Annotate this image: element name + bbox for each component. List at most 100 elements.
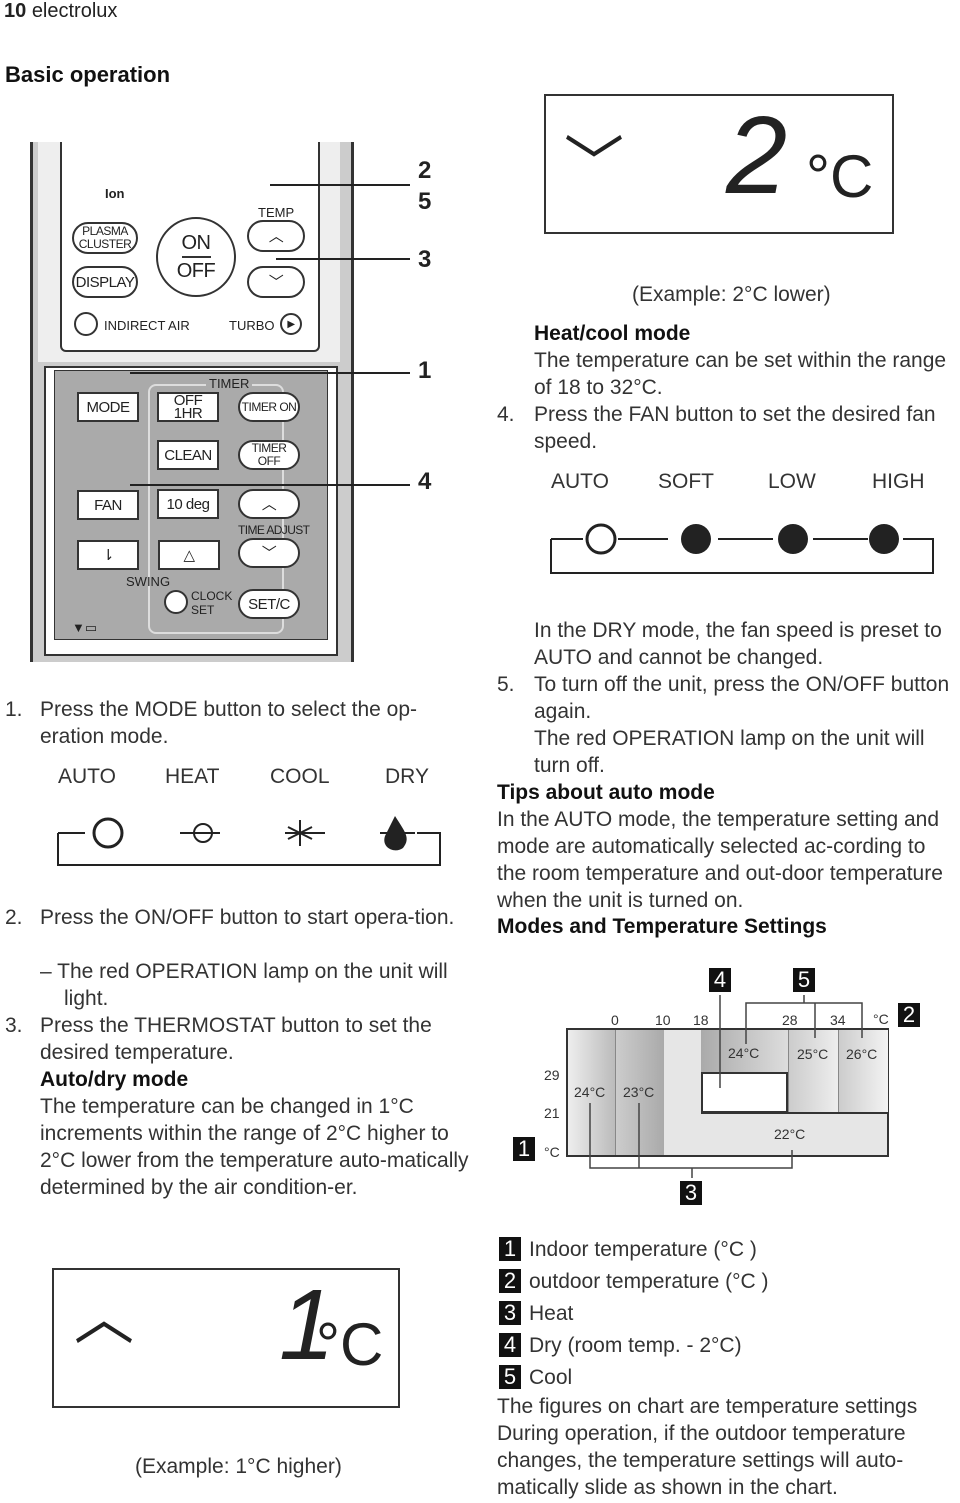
modes-title: Modes and Temperature Settings xyxy=(497,915,827,938)
swing-horizontal-icon: △ xyxy=(183,546,195,564)
fan-soft: SOFT xyxy=(658,470,714,493)
step-1-number: 1. xyxy=(5,698,23,721)
chevron-up-icon: ︿ xyxy=(268,227,284,245)
tips-title: Tips about auto mode xyxy=(497,781,715,804)
swing-vertical-button[interactable]: ⇂ xyxy=(77,540,139,570)
temp-up-button[interactable]: ︿ xyxy=(247,220,305,252)
display-unit: °C xyxy=(806,143,874,210)
example-higher-caption: (Example: 1°C higher) xyxy=(135,1455,342,1478)
swing-label: SWING xyxy=(126,574,171,589)
chevron-down-icon: ﹀ xyxy=(261,544,277,562)
auto-dry-text: The temperature can be changed in 1°C in… xyxy=(40,1095,469,1199)
footer-text: The figures on chart are temperature set… xyxy=(497,1395,918,1499)
step-5-number: 5. xyxy=(497,673,515,696)
legend-item: 2 outdoor temperature (°C ) xyxy=(499,1268,769,1300)
page-header: 10 electrolux xyxy=(4,0,117,23)
timer-on-button[interactable]: TIMER ON xyxy=(238,392,300,422)
example-lower-caption: (Example: 2°C lower) xyxy=(632,283,831,306)
heat-cool-title: Heat/cool mode xyxy=(534,322,691,345)
legend-text: outdoor temperature (°C ) xyxy=(529,1270,769,1293)
callout-line-1 xyxy=(130,372,410,374)
tips-text: In the AUTO mode, the temperature settin… xyxy=(497,808,943,912)
legend-text: Cool xyxy=(529,1366,573,1389)
marker-4: 4 xyxy=(709,968,731,992)
step-1-text: Press the MODE button to select the op-e… xyxy=(40,698,418,748)
diagram-legend: 1 Indoor temperature (°C ) 2 outdoor tempe… xyxy=(499,1236,769,1396)
marker-3: 3 xyxy=(680,1181,702,1205)
mode-heat: HEAT xyxy=(165,765,220,788)
step-2-text: Press the ON/OFF button to start opera-t… xyxy=(40,906,455,929)
section-title: Basic operation xyxy=(5,62,171,87)
battery-icon: ▼▭ xyxy=(72,620,98,635)
heat-cool-text: The temperature can be set within the ra… xyxy=(534,349,947,399)
callout-line-4 xyxy=(130,484,410,486)
ion-label: Ion xyxy=(105,186,125,201)
chevron-down-icon: ﹀ xyxy=(564,131,624,198)
step-3-number: 3. xyxy=(5,1014,23,1037)
temp-label: TEMP xyxy=(258,205,295,220)
turbo-label: TURBO xyxy=(229,318,275,333)
indirect-air-label: INDIRECT AIR xyxy=(104,318,190,333)
timer-off-button[interactable]: TIMER OFF xyxy=(238,440,300,470)
display-button[interactable]: DISPLAY xyxy=(72,266,138,298)
display-example-higher: ︿ 1 °C xyxy=(52,1268,400,1408)
turbo-button[interactable]: ▶ xyxy=(280,313,302,335)
set-c-button[interactable]: SET/C xyxy=(238,589,300,619)
step-2-subtext: – The red OPERATION lamp on the unit wil… xyxy=(40,960,448,1010)
callout-5: 5 xyxy=(418,188,432,215)
marker-2: 2 xyxy=(898,1003,920,1027)
swing-horizontal-button[interactable]: △ xyxy=(158,540,220,570)
display-unit: °C xyxy=(316,1311,384,1378)
fan-low-icon xyxy=(778,524,808,554)
callout-4: 4 xyxy=(418,468,432,495)
mode-dry: DRY xyxy=(385,765,429,788)
clean-button[interactable]: CLEAN xyxy=(157,440,219,470)
mode-button[interactable]: MODE xyxy=(77,392,139,422)
legend-text: Indoor temperature (°C ) xyxy=(529,1238,757,1261)
page-number: 10 xyxy=(4,0,27,22)
legend-text: Heat xyxy=(529,1302,574,1325)
time-up-button[interactable]: ︿ xyxy=(238,489,300,519)
legend-marker: 2 xyxy=(499,1269,521,1293)
mode-cycle-diagram xyxy=(57,816,441,866)
indirect-air-button[interactable] xyxy=(74,312,98,336)
brand: electrolux xyxy=(31,0,118,22)
auto-mode-icon xyxy=(92,817,124,849)
chevron-up-icon: ︿ xyxy=(74,1285,134,1352)
step-3-text: Press the THERMOSTAT button to set the d… xyxy=(40,1014,432,1064)
legend-marker: 4 xyxy=(499,1333,521,1357)
step-4-text: Press the FAN button to set the desired … xyxy=(534,403,936,453)
auto-dry-title: Auto/dry mode xyxy=(40,1068,189,1091)
fan-low: LOW xyxy=(768,470,816,493)
marker-5: 5 xyxy=(793,968,815,992)
legend-marker: 1 xyxy=(499,1237,521,1261)
dry-note: In the DRY mode, the fan speed is preset… xyxy=(534,619,942,669)
manual-page: 10 electrolux Basic operation Ion PLASMA… xyxy=(0,0,960,1503)
fan-button[interactable]: FAN xyxy=(77,490,139,520)
display-example-lower: ﹀ 2 °C xyxy=(544,94,894,234)
off-1hr-button[interactable]: OFF 1HR xyxy=(157,392,219,422)
clock-set-button[interactable] xyxy=(164,590,188,614)
ten-deg-button[interactable]: 10 deg xyxy=(157,489,219,519)
time-down-button[interactable]: ﹀ xyxy=(238,538,300,568)
callout-1: 1 xyxy=(418,357,432,384)
on-off-button[interactable]: ON OFF xyxy=(156,217,236,297)
swing-vertical-icon: ⇂ xyxy=(101,546,115,564)
legend-text: Dry (room temp. - 2°C) xyxy=(529,1334,742,1357)
fan-cycle-diagram xyxy=(550,523,934,574)
fan-high-icon xyxy=(869,524,899,554)
step-5-subtext: The red OPERATION lamp on the unit will … xyxy=(534,727,925,777)
fan-auto: AUTO xyxy=(551,470,609,493)
time-adjust-label: TIME ADJUST xyxy=(238,523,310,537)
fan-high: HIGH xyxy=(872,470,925,493)
step-5-text: To turn off the unit, press the ON/OFF b… xyxy=(534,673,950,723)
mode-auto: AUTO xyxy=(58,765,116,788)
diagram-connectors xyxy=(589,995,863,1178)
temp-down-button[interactable]: ﹀ xyxy=(247,266,305,298)
droplet-icon xyxy=(384,816,407,851)
legend-item: 3 Heat xyxy=(499,1300,769,1332)
plasma-cluster-button[interactable]: PLASMA CLUSTER xyxy=(72,222,138,254)
on-label: ON xyxy=(181,230,211,258)
fan-soft-icon xyxy=(681,524,711,554)
step-4-number: 4. xyxy=(497,403,515,426)
